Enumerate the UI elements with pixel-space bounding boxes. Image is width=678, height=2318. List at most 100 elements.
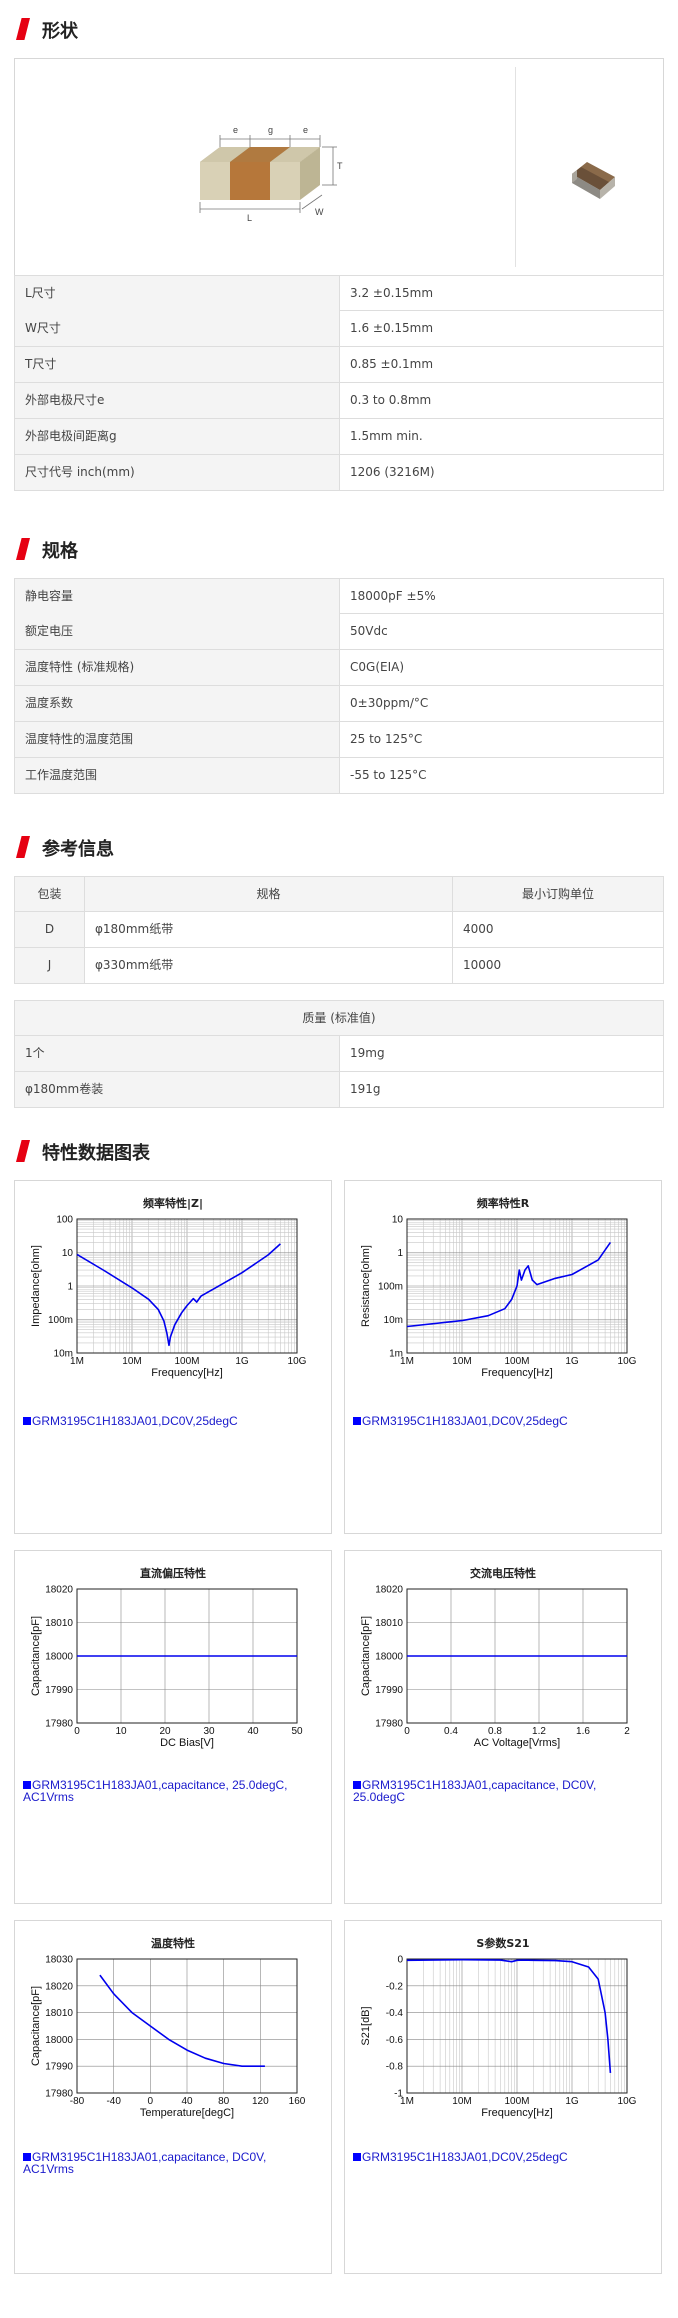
- product-page: 形状 e g e T L W L尺寸 3.2 ±0.15mm W尺寸 1.6 ±…: [0, 0, 678, 2318]
- y-tick-label: 1: [397, 1248, 403, 1259]
- grid: [406, 1959, 627, 2093]
- mass-label: φ180mm卷装: [15, 1072, 340, 1107]
- chart-panel-s21: S参数S21 1M 10M 100M 1G 10G 0 -0.2 -0.4 -0.6 -0.8 -1…: [344, 1920, 662, 2274]
- ac-voltage-chart: 0 0.4 0.8 1.2 1.6 2 18020 18010 18000 17990 17980 A…: [360, 1585, 630, 1750]
- chip-dimension-diagram: e g e T L W: [199, 125, 615, 223]
- legend-swatch: [353, 1417, 361, 1425]
- legend-label: GRM3195C1H183JA01,DC0V,25degC: [32, 1414, 238, 1428]
- x-tick-label: 1.6: [576, 1726, 590, 1737]
- spec-value: 25 to 125°C: [350, 732, 423, 746]
- spec-label: 静电容量: [15, 579, 340, 614]
- x-tick-label: 100M: [174, 1356, 199, 1367]
- chart-panel-ac-voltage: 交流电压特性 0 0.4 0.8 1.2 1.6 2 18020 18010 18000 1799…: [344, 1550, 662, 1904]
- dimension-label: W尺寸: [15, 311, 340, 346]
- section-marker-icon: [16, 1140, 30, 1162]
- section-header-reference: 参考信息: [14, 832, 674, 860]
- impedance-chart: 1M 10M 100M 1G 10G100101100m10mFrequency[Hz]…: [30, 1215, 307, 1380]
- spec-row: 工作温度范围 -55 to 125°C: [14, 758, 664, 794]
- x-tick-label: 120: [252, 2096, 269, 2107]
- mass-header-row: 质量 (标准值): [14, 1000, 664, 1036]
- y-tick-label: 17980: [45, 2089, 73, 2100]
- x-tick-label: 100M: [504, 1356, 529, 1367]
- mass-value: 191g: [350, 1082, 381, 1096]
- y-tick-label: 0: [397, 1955, 403, 1966]
- dimension-row: W尺寸 1.6 ±0.15mm: [14, 311, 664, 347]
- y-tick-label: 18000: [45, 1652, 73, 1663]
- mass-value: 19mg: [350, 1046, 385, 1060]
- section-title: 特性数据图表: [42, 1143, 150, 1164]
- y-tick-label: 18020: [45, 1585, 73, 1596]
- packaging-header-min: 最小订购单位: [521, 887, 594, 901]
- y-tick-label: 10: [392, 1215, 404, 1226]
- y-tick-label: 18010: [375, 1618, 403, 1629]
- x-axis-label: DC Bias[V]: [160, 1737, 214, 1749]
- dimension-label: 尺寸代号 inch(mm): [15, 455, 340, 490]
- y-axis-label: Impedance[ohm]: [30, 1245, 42, 1327]
- dim-label-e1: e: [233, 125, 238, 135]
- mass-label: 1个: [15, 1036, 340, 1071]
- chart-panel-impedance: 频率特性|Z| 1M 10M 100M 1G 10G 100 10 1 100m 10m Frequ…: [14, 1180, 332, 1534]
- y-tick-label: -0.2: [386, 1981, 404, 1992]
- packaging-spec: φ330mm纸带: [85, 948, 453, 983]
- y-tick-label: 17980: [375, 1719, 403, 1730]
- x-tick-label: 20: [159, 1726, 171, 1737]
- x-tick-label: 10M: [452, 2096, 471, 2107]
- mass-header: 质量 (标准值): [302, 1011, 376, 1025]
- y-tick-label: 18030: [45, 1955, 73, 1966]
- legend-label: GRM3195C1H183JA01,capacitance, 25.0degC,…: [23, 1778, 288, 1804]
- packaging-min: 4000: [463, 922, 494, 936]
- shape-image-panel: e g e T L W: [14, 58, 664, 276]
- y-tick-label: 17990: [45, 2062, 73, 2073]
- dimension-row: 尺寸代号 inch(mm) 1206 (3216M): [14, 455, 664, 491]
- dimension-value: 0.85 ±0.1mm: [350, 357, 434, 371]
- section-marker-icon: [16, 836, 30, 858]
- dim-label-w: W: [315, 207, 324, 217]
- packaging-min: 10000: [463, 958, 502, 972]
- resistance-chart: 1M 10M 100M 1G 10G101100m10m1mFrequency[Hz]R…: [360, 1215, 637, 1380]
- x-axis-label: Frequency[Hz]: [151, 1367, 223, 1379]
- y-tick-label: 18000: [375, 1652, 403, 1663]
- packaging-header-row: 包装 规格 最小订购单位: [14, 876, 664, 912]
- y-tick-label: 10m: [54, 1349, 73, 1360]
- series-line: [99, 1974, 265, 2067]
- dimension-label: 外部电极尺寸e: [15, 383, 340, 418]
- spec-value: 50Vdc: [350, 624, 388, 638]
- legend-label: GRM3195C1H183JA01,DC0V,25degC: [362, 2150, 568, 2164]
- x-tick-label: 0.4: [444, 1726, 458, 1737]
- y-tick-label: 1m: [389, 1349, 403, 1360]
- x-tick-label: 10G: [288, 1356, 307, 1367]
- dimension-row: L尺寸 3.2 ±0.15mm: [14, 275, 664, 311]
- x-tick-label: 160: [289, 2096, 306, 2107]
- spec-row: 温度特性的温度范围 25 to 125°C: [14, 722, 664, 758]
- chart-legend: GRM3195C1H183JA01,DC0V,25degC: [353, 1415, 643, 1427]
- section-header-spec: 规格: [14, 534, 674, 562]
- dim-label-e2: e: [303, 125, 308, 135]
- spec-value: -55 to 125°C: [350, 768, 427, 782]
- x-tick-label: -40: [106, 2096, 121, 2107]
- chart-legend: GRM3195C1H183JA01,DC0V,25degC: [353, 2151, 643, 2163]
- y-tick-label: 17980: [45, 1719, 73, 1730]
- dimension-row: T尺寸 0.85 ±0.1mm: [14, 347, 664, 383]
- spec-value: C0G(EIA): [350, 660, 405, 674]
- dimension-value: 1.5mm min.: [350, 429, 423, 443]
- y-axis-label: Capacitance[pF]: [30, 1616, 42, 1696]
- spec-label: 工作温度范围: [15, 758, 340, 793]
- spec-label: 温度特性 (标准规格): [15, 650, 340, 685]
- legend-label: GRM3195C1H183JA01,DC0V,25degC: [362, 1414, 568, 1428]
- grid: [76, 1219, 297, 1354]
- x-axis-label: AC Voltage[Vrms]: [474, 1737, 560, 1749]
- chart-panel-resistance: 频率特性R 1M 10M 100M 1G 10G 10 1 100m 10m 1m Frequenc…: [344, 1180, 662, 1534]
- chart-legend: GRM3195C1H183JA01,capacitance, 25.0degC,…: [23, 1779, 313, 1803]
- dimension-row: 外部电极尺寸e 0.3 to 0.8mm: [14, 383, 664, 419]
- dim-label-g: g: [268, 125, 273, 135]
- legend-label: GRM3195C1H183JA01,capacitance, DC0V, 25.…: [353, 1778, 597, 1804]
- y-tick-label: 18000: [45, 2035, 73, 2046]
- legend-swatch: [23, 1417, 31, 1425]
- grid: [77, 1959, 297, 2093]
- section-marker-icon: [16, 18, 30, 40]
- legend-swatch: [353, 2153, 361, 2161]
- chart-legend: GRM3195C1H183JA01,DC0V,25degC: [23, 1415, 313, 1427]
- x-axis-label: Frequency[Hz]: [481, 2107, 553, 2119]
- mass-row: φ180mm卷装 191g: [14, 1072, 664, 1108]
- x-tick-label: 40: [181, 2096, 193, 2107]
